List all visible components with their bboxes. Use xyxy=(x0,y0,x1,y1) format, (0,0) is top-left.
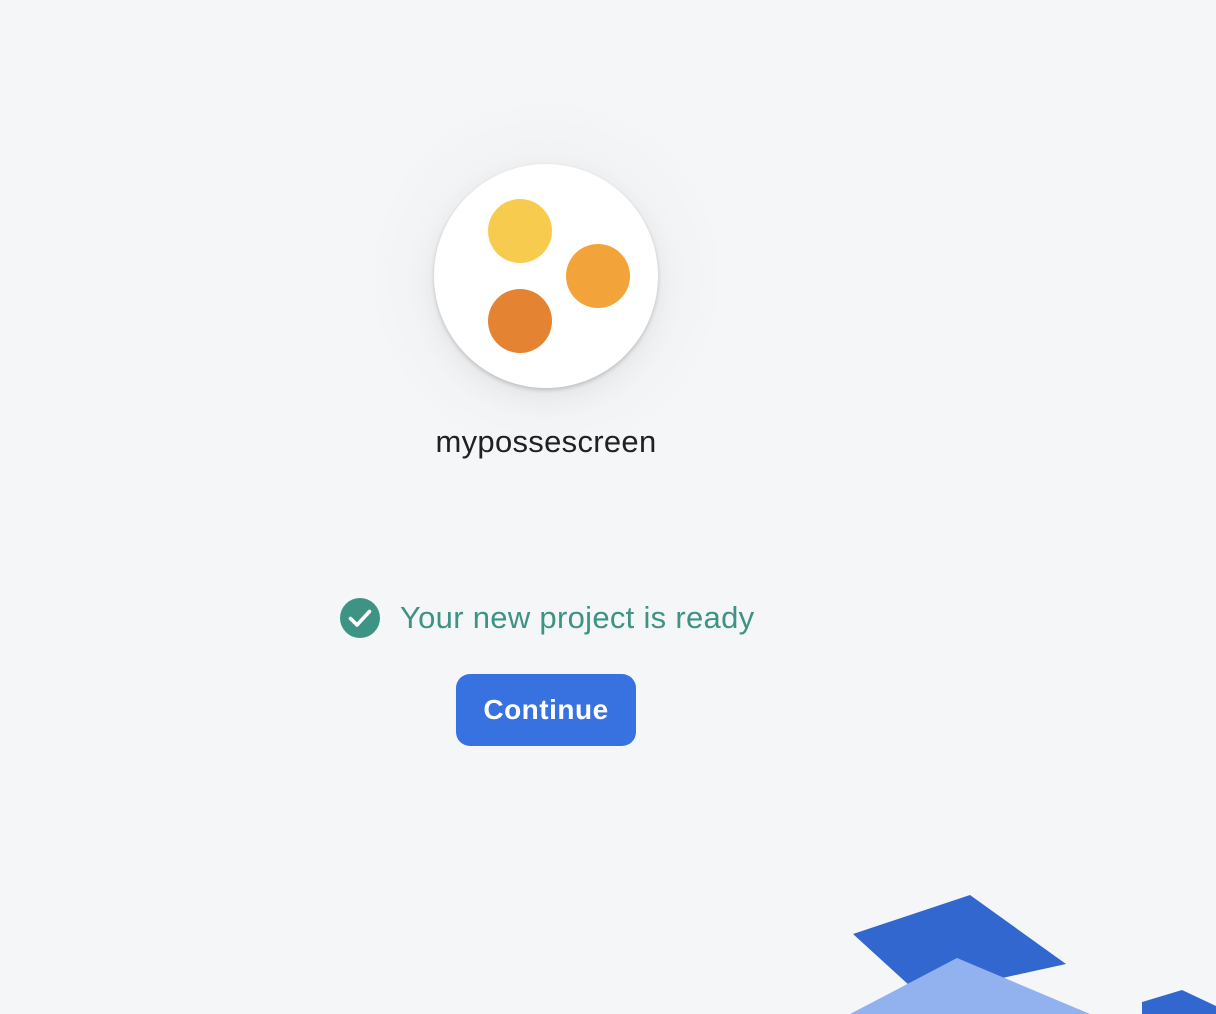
decor-shape-dark-blue xyxy=(853,895,1066,988)
logo-dot-light-orange xyxy=(566,244,630,308)
logo-dot-dark-orange xyxy=(488,289,552,353)
project-name: mypossescreen xyxy=(435,424,657,459)
check-circle-icon xyxy=(340,598,380,638)
continue-button[interactable]: Continue xyxy=(456,674,636,746)
status-text: Your new project is ready xyxy=(400,600,755,635)
project-ready-page: mypossescreen Your new project is ready … xyxy=(0,0,1216,1014)
logo-dot-yellow xyxy=(488,199,552,263)
status-message: Your new project is ready xyxy=(340,598,754,638)
project-avatar xyxy=(434,164,658,388)
decor-shape-dark-blue-right xyxy=(1142,990,1216,1014)
decor-shape-light-blue xyxy=(850,958,1090,1014)
